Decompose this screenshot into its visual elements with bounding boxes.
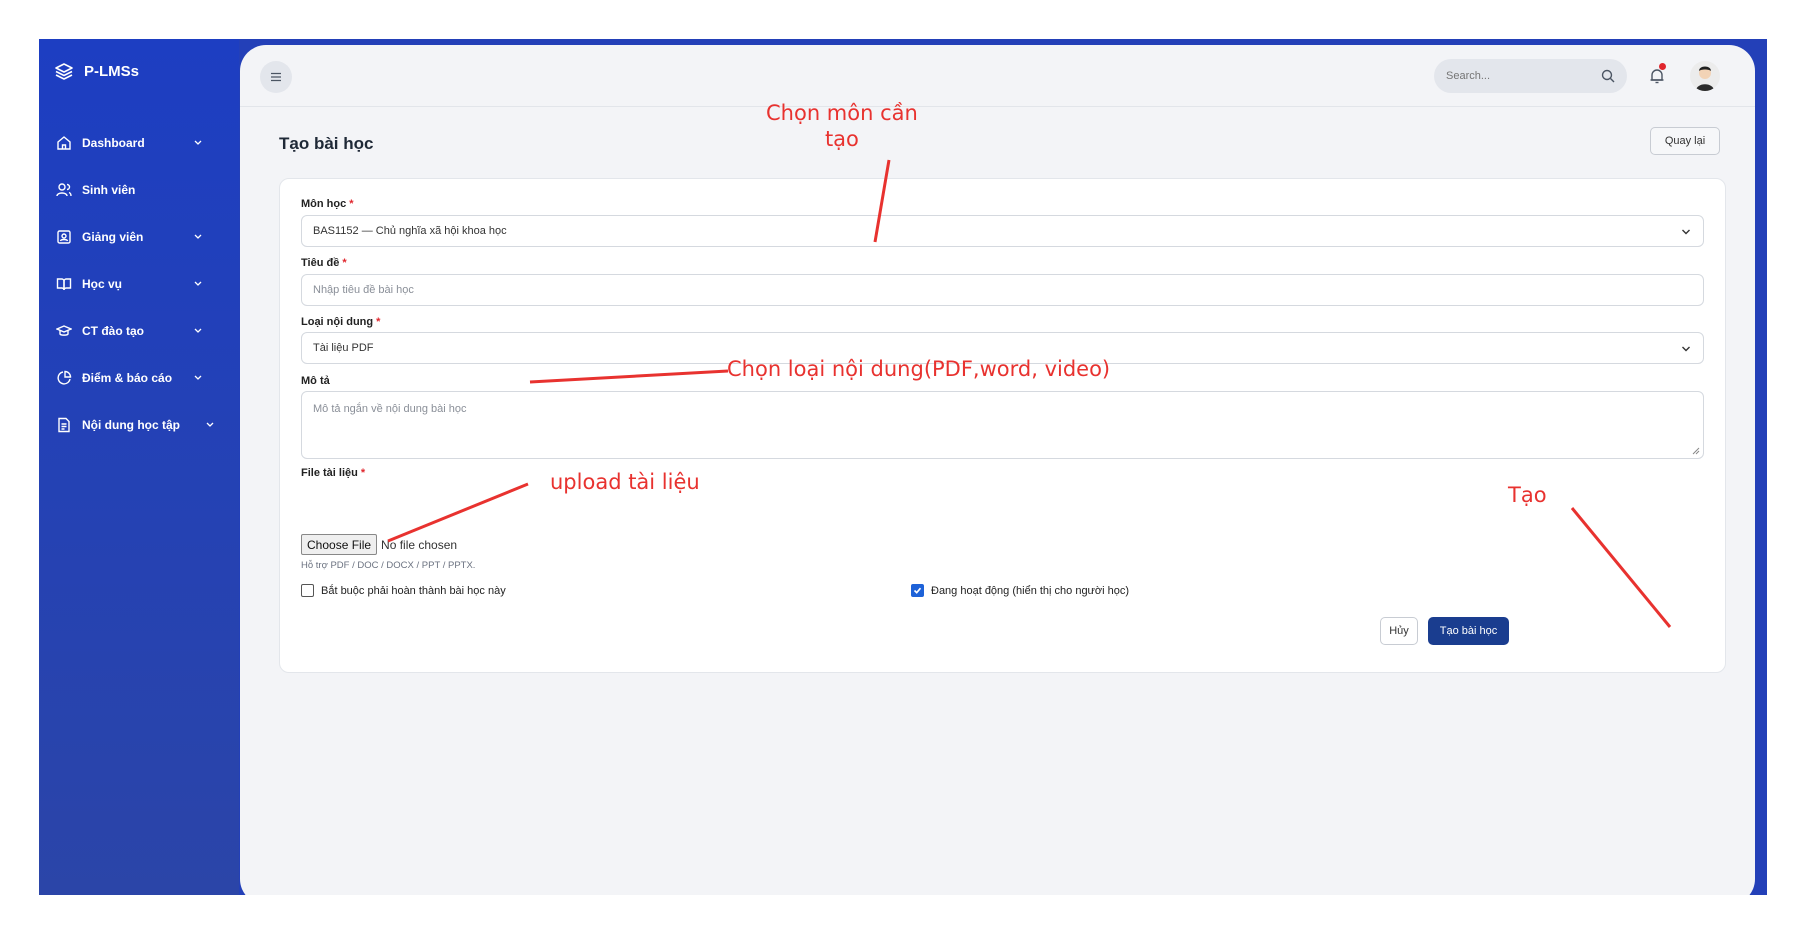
user-avatar-icon (1696, 66, 1714, 91)
chevron-down-icon (1682, 346, 1690, 352)
content-type-label: Loại nội dung * (301, 316, 381, 328)
id-card-icon (56, 229, 72, 245)
topbar (240, 45, 1755, 107)
back-button[interactable]: Quay lại (1650, 127, 1720, 155)
annotation-upload: upload tài liệu (550, 470, 700, 494)
resize-handle-icon[interactable] (1692, 447, 1700, 455)
create-lesson-form: Môn học * BAS1152 — Chủ nghĩa xã hội khoa… (279, 178, 1726, 673)
hamburger-icon (271, 72, 281, 82)
annotation-create: Tạo (1508, 483, 1547, 507)
app-window: P-LMSs Dashboard Sinh viên Giảng viên Họ… (39, 39, 1767, 895)
users-icon (56, 182, 72, 198)
create-lesson-button[interactable]: Tạo bài học (1428, 617, 1509, 645)
brand[interactable]: P-LMSs (54, 61, 139, 81)
chevron-down-icon (194, 140, 202, 145)
notification-dot (1659, 63, 1666, 70)
sidebar-item-label: Nội dung học tập (82, 417, 180, 432)
title-input[interactable]: Nhập tiêu đề bài học (301, 274, 1704, 306)
description-label: Mô tả (301, 375, 330, 387)
home-icon (56, 135, 72, 151)
search-box[interactable] (1434, 59, 1627, 93)
sidebar-item-label: Giảng viên (82, 229, 144, 244)
document-icon (56, 417, 72, 433)
sidebar-item-label: Học vụ (82, 276, 123, 291)
annotation-choose-content-type: Chọn loại nội dung(PDF,word, video) (727, 357, 1111, 381)
sidebar-item-learning-content[interactable]: Nội dung học tập (39, 401, 239, 448)
sidebar-item-students[interactable]: Sinh viên (39, 166, 239, 213)
file-hint: Hỗ trợ PDF / DOC / DOCX / PPT / PPTX. (301, 560, 476, 571)
search-input[interactable] (1446, 70, 1596, 82)
chevron-down-icon (206, 422, 214, 427)
search-icon (1601, 69, 1615, 83)
sidebar-item-lecturers[interactable]: Giảng viên (39, 213, 239, 260)
page-title: Tạo bài học (279, 134, 374, 153)
choose-file-button[interactable]: Choose File (301, 534, 378, 555)
description-textarea[interactable]: Mô tả ngắn về nội dung bài học (301, 391, 1704, 459)
menu-toggle-button[interactable] (260, 61, 292, 93)
pie-chart-icon (56, 370, 72, 386)
file-status: No file chosen (381, 537, 458, 552)
main-content: Tạo bài học Quay lại Môn học* BAS1152 — … (240, 45, 1755, 895)
chevron-down-icon (194, 375, 202, 380)
brand-name: P-LMSs (84, 62, 140, 80)
sidebar-item-label: CT đào tạo (82, 323, 144, 338)
chevron-down-icon (194, 281, 202, 286)
chevron-down-icon (194, 234, 202, 239)
sidebar-item-label: Dashboard (82, 135, 145, 150)
required-completion-checkbox[interactable]: Bắt buộc phải hoàn thành bài học này (301, 584, 506, 597)
required-marker: * (376, 316, 381, 328)
sidebar-item-academic[interactable]: Học vụ (39, 260, 239, 307)
avatar[interactable] (1690, 61, 1720, 91)
checkbox-checked[interactable] (911, 584, 924, 597)
annotation-choose-subject: Chọn môn cần tạo (766, 101, 918, 152)
sidebar-item-grades-reports[interactable]: Điểm & báo cáo (39, 354, 239, 401)
subject-label: Môn học * (301, 198, 354, 210)
checkbox-unchecked[interactable] (301, 584, 314, 597)
sidebar: P-LMSs Dashboard Sinh viên Giảng viên Họ… (39, 39, 239, 895)
title-label: Tiêu đề * (301, 257, 347, 269)
subject-select-value: BAS1152 — Chủ nghĩa xã hội khoa học (313, 225, 507, 237)
title-input-placeholder: Nhập tiêu đề bài học (313, 284, 414, 296)
sidebar-item-label: Điểm & báo cáo (82, 370, 173, 385)
sidebar-item-curriculum[interactable]: CT đào tạo (39, 307, 239, 354)
content-type-select-value: Tài liệu PDF (313, 342, 374, 354)
file-label: File tài liệu * (301, 467, 366, 479)
required-marker: * (342, 257, 347, 269)
file-input: Choose File No file chosen (301, 534, 457, 555)
book-icon (56, 276, 72, 292)
checkbox-label: Đang hoạt động (hiển thị cho người học) (931, 584, 1130, 597)
cancel-button[interactable]: Hủy (1380, 617, 1418, 645)
subject-select[interactable]: BAS1152 — Chủ nghĩa xã hội khoa học (301, 215, 1704, 247)
sidebar-item-label: Sinh viên (82, 182, 136, 197)
active-checkbox[interactable]: Đang hoạt động (hiển thị cho người học) (911, 584, 1129, 597)
checkbox-label: Bắt buộc phải hoàn thành bài học này (321, 584, 506, 597)
layers-logo-icon (55, 63, 73, 80)
description-placeholder: Mô tả ngắn về nội dung bài học (313, 403, 467, 415)
sidebar-item-dashboard[interactable]: Dashboard (39, 119, 239, 166)
graduation-cap-icon (56, 323, 72, 339)
chevron-down-icon (194, 328, 202, 333)
chevron-down-icon (1682, 229, 1690, 235)
required-marker: * (349, 198, 354, 210)
checkmark-icon (913, 587, 922, 594)
required-marker: * (360, 467, 366, 479)
sidebar-nav: Dashboard Sinh viên Giảng viên Học vụ CT… (39, 119, 239, 448)
